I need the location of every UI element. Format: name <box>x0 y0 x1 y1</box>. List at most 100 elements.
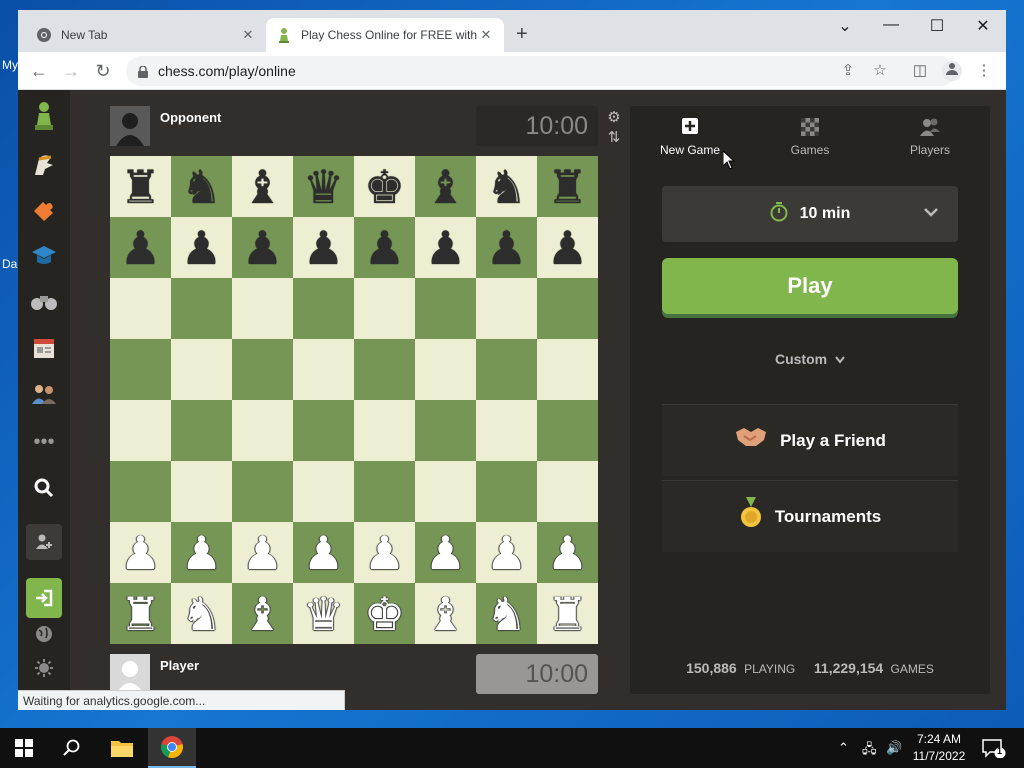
tournaments-button[interactable]: Tournaments <box>662 480 958 552</box>
board-square[interactable]: ♛ <box>293 156 354 217</box>
chrome-taskbar-icon[interactable] <box>148 728 196 768</box>
white-knight[interactable]: ♞ <box>486 591 527 637</box>
search-icon[interactable] <box>28 472 60 504</box>
white-knight[interactable]: ♞ <box>181 591 222 637</box>
board-square[interactable]: ♝ <box>415 583 476 644</box>
gear-icon[interactable]: ⚙ <box>606 108 622 128</box>
board-square[interactable]: ♟ <box>293 522 354 583</box>
board-square[interactable] <box>232 461 293 522</box>
board-square[interactable]: ♜ <box>110 583 171 644</box>
white-pawn[interactable]: ♟ <box>425 530 466 576</box>
board-square[interactable]: ♛ <box>293 583 354 644</box>
board-square[interactable] <box>293 278 354 339</box>
board-square[interactable] <box>110 278 171 339</box>
board-square[interactable]: ♟ <box>476 217 537 278</box>
black-pawn[interactable]: ♟ <box>486 225 527 271</box>
back-button[interactable]: ← <box>28 60 50 82</box>
play-friend-button[interactable]: Play a Friend <box>662 404 958 476</box>
board-square[interactable]: ♚ <box>354 156 415 217</box>
board-square[interactable] <box>415 400 476 461</box>
board-square[interactable]: ♟ <box>476 522 537 583</box>
board-square[interactable]: ♝ <box>232 156 293 217</box>
board-square[interactable] <box>476 400 537 461</box>
white-king[interactable]: ♚ <box>364 591 405 637</box>
board-square[interactable]: ♟ <box>415 217 476 278</box>
board-square[interactable] <box>354 278 415 339</box>
time-control-select[interactable]: 10 min <box>662 186 958 242</box>
board-square[interactable]: ♜ <box>110 156 171 217</box>
board-square[interactable]: ♟ <box>232 522 293 583</box>
board-square[interactable] <box>171 339 232 400</box>
board-square[interactable] <box>232 278 293 339</box>
board-square[interactable]: ♟ <box>171 522 232 583</box>
social-icon[interactable] <box>28 378 60 410</box>
black-rook[interactable]: ♜ <box>547 164 588 210</box>
board-square[interactable]: ♞ <box>476 583 537 644</box>
tab-new-tab[interactable]: New Tab ✕ <box>26 18 266 52</box>
board-square[interactable] <box>415 461 476 522</box>
tab-players[interactable]: Players <box>885 118 975 157</box>
share-icon[interactable]: ⇪ <box>838 61 858 81</box>
white-rook[interactable]: ♜ <box>547 591 588 637</box>
board-square[interactable] <box>476 278 537 339</box>
board-square[interactable]: ♜ <box>537 583 598 644</box>
board-square[interactable] <box>110 461 171 522</box>
chevron-down-icon[interactable]: ⌄ <box>822 16 868 36</box>
board-square[interactable] <box>171 400 232 461</box>
search-icon[interactable] <box>48 728 96 768</box>
menu-icon[interactable]: ⋮ <box>974 61 994 81</box>
board-square[interactable] <box>537 400 598 461</box>
profile-icon[interactable] <box>942 61 962 81</box>
white-pawn[interactable]: ♟ <box>181 530 222 576</box>
board-square[interactable] <box>415 278 476 339</box>
board-square[interactable]: ♚ <box>354 583 415 644</box>
board-square[interactable] <box>110 400 171 461</box>
black-queen[interactable]: ♛ <box>303 164 344 210</box>
board-square[interactable] <box>537 461 598 522</box>
login-button[interactable] <box>26 578 62 618</box>
side-panel-icon[interactable]: ◫ <box>910 61 930 81</box>
custom-button[interactable]: Custom <box>630 351 990 367</box>
black-pawn[interactable]: ♟ <box>242 225 283 271</box>
black-pawn[interactable]: ♟ <box>364 225 405 271</box>
desktop-icon-label[interactable]: My <box>2 58 18 72</box>
board-square[interactable]: ♞ <box>171 583 232 644</box>
reload-button[interactable]: ↻ <box>92 60 114 82</box>
board-square[interactable] <box>476 339 537 400</box>
black-pawn[interactable]: ♟ <box>120 225 161 271</box>
board-square[interactable] <box>354 339 415 400</box>
black-pawn[interactable]: ♟ <box>181 225 222 271</box>
star-icon[interactable]: ☆ <box>870 61 890 81</box>
white-pawn[interactable]: ♟ <box>303 530 344 576</box>
board-square[interactable]: ♟ <box>171 217 232 278</box>
more-icon[interactable]: ••• <box>28 426 60 458</box>
theme-icon[interactable] <box>28 652 60 684</box>
board-square[interactable] <box>232 339 293 400</box>
watch-icon[interactable] <box>28 286 60 318</box>
board-square[interactable] <box>354 400 415 461</box>
chevron-up-icon[interactable]: ⌃ <box>838 740 849 756</box>
board-square[interactable] <box>293 339 354 400</box>
file-explorer-icon[interactable] <box>98 728 146 768</box>
close-window-button[interactable]: ✕ <box>960 16 1006 36</box>
close-icon[interactable]: ✕ <box>478 27 494 43</box>
board-square[interactable] <box>354 461 415 522</box>
board-square[interactable] <box>293 400 354 461</box>
minimize-button[interactable]: — <box>868 16 914 34</box>
board-square[interactable]: ♟ <box>110 522 171 583</box>
board-square[interactable] <box>537 278 598 339</box>
white-pawn[interactable]: ♟ <box>120 530 161 576</box>
board-square[interactable]: ♞ <box>171 156 232 217</box>
board-square[interactable]: ♟ <box>415 522 476 583</box>
news-icon[interactable] <box>28 332 60 364</box>
white-bishop[interactable]: ♝ <box>242 591 283 637</box>
system-clock[interactable]: 7:24 AM 11/7/2022 <box>904 731 974 765</box>
black-king[interactable]: ♚ <box>364 164 405 210</box>
board-square[interactable]: ♜ <box>537 156 598 217</box>
notification-icon[interactable]: 1 <box>982 738 1006 761</box>
board-square[interactable]: ♟ <box>537 217 598 278</box>
black-pawn[interactable]: ♟ <box>425 225 466 271</box>
flip-board-icon[interactable]: ⇅ <box>606 128 622 148</box>
board-square[interactable] <box>537 339 598 400</box>
board-square[interactable] <box>476 461 537 522</box>
